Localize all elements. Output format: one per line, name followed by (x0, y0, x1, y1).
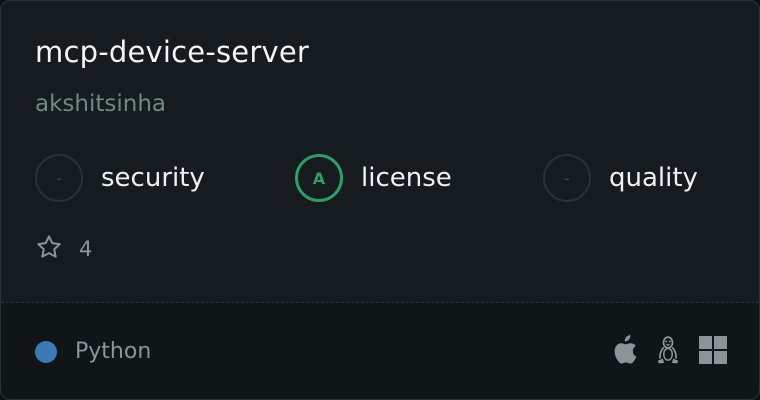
star-count[interactable]: 4 (35, 234, 92, 264)
badge-label-quality: quality (609, 163, 698, 193)
apple-icon (611, 335, 637, 365)
language-tag: Python (35, 339, 151, 364)
star-count-value: 4 (79, 237, 93, 261)
language-color-dot (35, 340, 57, 363)
badge-license[interactable]: A license (295, 154, 452, 202)
license-grade-circle: A (295, 154, 343, 202)
card-footer: Python (1, 303, 759, 399)
star-outline-icon (35, 233, 63, 265)
language-name: Python (75, 339, 152, 364)
server-name[interactable]: mcp-device-server (35, 35, 309, 69)
server-author[interactable]: akshitsinha (35, 91, 166, 117)
security-grade-circle: - (35, 154, 83, 202)
platform-icons (593, 335, 727, 365)
badge-security[interactable]: - security (35, 154, 205, 202)
quality-grade-circle: - (543, 154, 591, 202)
linux-icon (655, 335, 681, 365)
badges-row: - security A license - quality (35, 154, 725, 202)
server-card[interactable]: mcp-device-server akshitsinha - security… (0, 0, 760, 400)
badge-quality[interactable]: - quality (543, 154, 698, 202)
badge-label-security: security (101, 163, 205, 193)
windows-icon (699, 336, 727, 364)
badge-label-license: license (361, 163, 452, 193)
